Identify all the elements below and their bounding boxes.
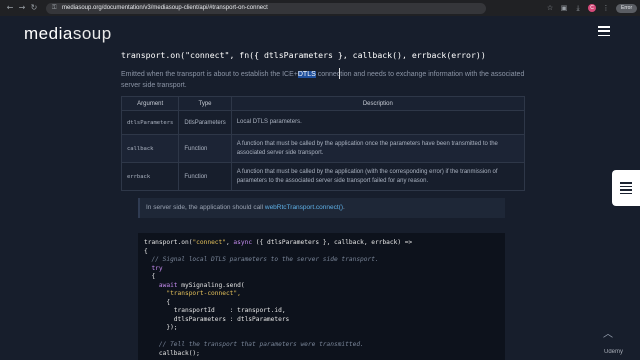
toc-button[interactable] <box>612 170 640 206</box>
logo-media: media <box>24 24 73 43</box>
arg-cell: callback <box>120 134 180 163</box>
code-line: }); <box>144 324 178 331</box>
code-line: try <box>144 264 163 272</box>
code-line: dtlsParameters : dtlsParameters <box>144 315 290 323</box>
lock-icon: ⚿ <box>52 4 57 11</box>
api-heading: transport.on("connect", fn({ dtlsParamet… <box>121 50 486 60</box>
section-description: Emitted when the transport is about to e… <box>121 69 526 91</box>
udemy-watermark: Udemy <box>604 349 624 355</box>
arg-cell: errback <box>120 162 180 191</box>
col-description: Description <box>230 96 526 111</box>
code-example: transport.on("connect", async ({ dtlsPar… <box>138 233 505 360</box>
table-row: callback Function A function that must b… <box>120 134 526 163</box>
logo-soup: soup <box>72 24 112 43</box>
forward-icon[interactable]: → <box>16 2 28 14</box>
back-icon[interactable]: ← <box>4 2 16 14</box>
scroll-top-icon[interactable]: ︿ <box>601 330 615 340</box>
code-line: { <box>144 273 156 280</box>
code-line: { <box>144 298 171 306</box>
table-row: dtlsParameters DtlsParameters Local DTLS… <box>120 110 526 135</box>
note-link[interactable]: webRtcTransport.connect() <box>265 204 343 211</box>
arguments-table: Argument Type Description dtlsParameters… <box>120 96 526 191</box>
error-button[interactable]: Error <box>616 3 638 13</box>
site-logo[interactable]: mediasoup <box>24 24 112 44</box>
table-header-row: Argument Type Description <box>120 96 526 111</box>
code-comment: // Signal local DTLS parameters to the s… <box>144 256 379 263</box>
text-cursor <box>339 68 341 79</box>
type-cell: Function <box>178 134 232 163</box>
profile-avatar[interactable]: C <box>588 4 596 12</box>
code-line: callback(); <box>144 349 200 357</box>
desc-highlight: DTLS <box>297 71 316 78</box>
col-type: Type <box>178 96 232 111</box>
desc-cell: Local DTLS parameters. <box>230 110 526 135</box>
desc-before: Emitted when the transport is about to e… <box>121 71 298 78</box>
type-link[interactable]: DtlsParameters <box>178 110 232 135</box>
browser-toolbar: ← → ↻ ⚿ mediasoup.org/documentation/v3/m… <box>0 0 640 16</box>
code-string: "transport-connect", <box>144 290 241 297</box>
server-side-note: In server side, the application should c… <box>138 198 505 218</box>
menu-icon[interactable] <box>598 26 610 36</box>
kebab-menu-icon[interactable]: ⋮ <box>602 4 610 12</box>
code-line: transport.on("connect", async ({ dtlsPar… <box>144 239 413 246</box>
code-line: { <box>144 247 148 255</box>
code-comment: // Tell the transport that parameters we… <box>144 341 364 348</box>
desc-cell: A function that must be called by the ap… <box>230 162 526 191</box>
extension-icons: ☆ ▣ ⤓ C ⋮ <box>546 4 610 12</box>
table-row: errback Function A function that must be… <box>120 162 526 191</box>
reload-icon[interactable]: ↻ <box>28 2 40 14</box>
bookmark-icon[interactable]: ☆ <box>546 4 554 12</box>
note-text-before: In server side, the application should c… <box>146 204 265 211</box>
type-cell: Function <box>178 162 232 191</box>
arg-cell: dtlsParameters <box>120 110 180 135</box>
desc-cell: A function that must be called by the ap… <box>230 134 526 163</box>
extensions-icon[interactable]: ▣ <box>560 4 568 12</box>
address-bar[interactable]: ⚿ mediasoup.org/documentation/v3/mediaso… <box>46 2 486 14</box>
code-line: transportId : transport.id, <box>144 307 286 314</box>
code-line: await mySignaling.send( <box>144 281 245 289</box>
url-text: mediasoup.org/documentation/v3/mediasoup… <box>62 5 268 11</box>
downloads-icon[interactable]: ⤓ <box>574 4 582 12</box>
col-argument: Argument <box>120 96 180 111</box>
toc-icon <box>620 182 632 194</box>
note-text-after: . <box>343 204 345 211</box>
